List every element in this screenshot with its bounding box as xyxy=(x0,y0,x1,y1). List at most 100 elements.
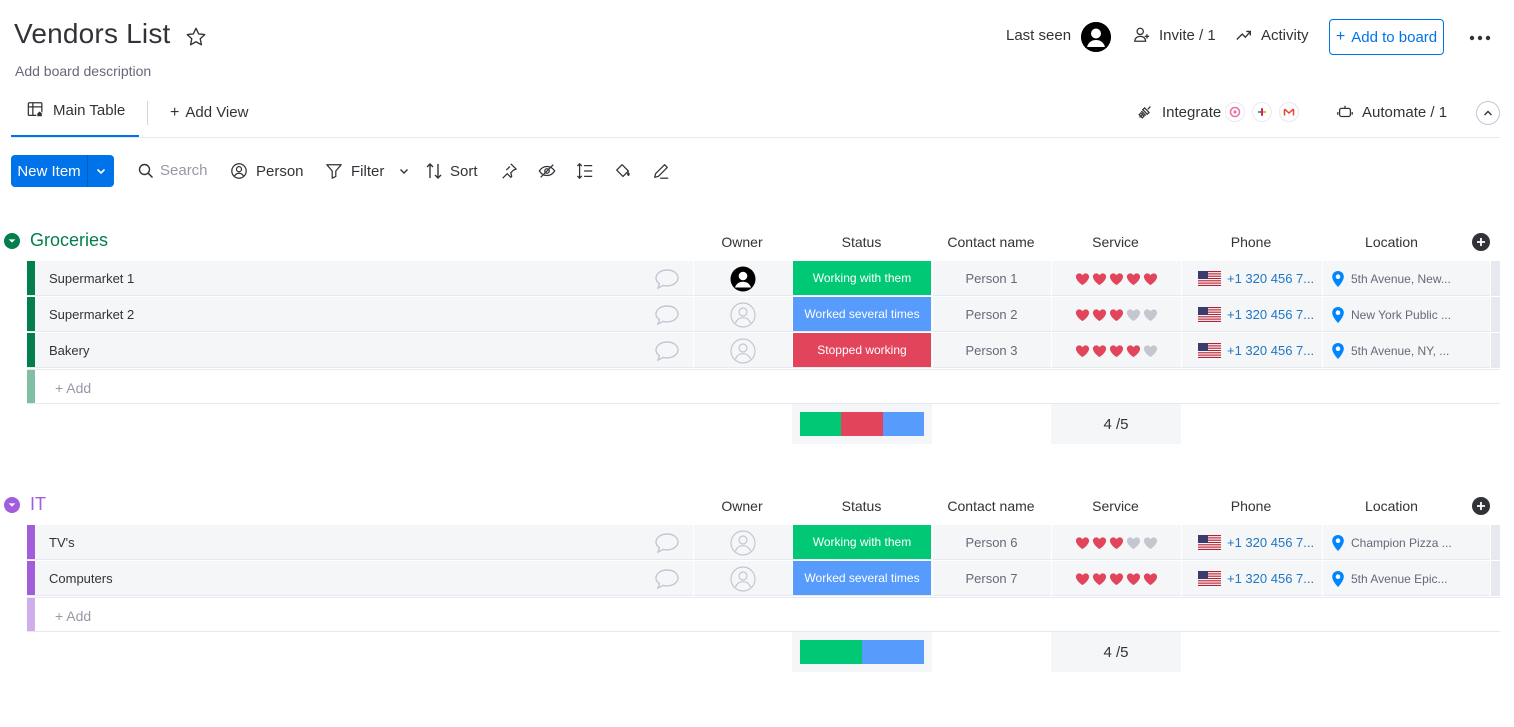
search-input[interactable]: Search xyxy=(138,162,208,179)
heart-filled-icon[interactable] xyxy=(1092,308,1107,322)
item-name[interactable]: Supermarket 2 xyxy=(49,307,134,322)
heart-filled-icon[interactable] xyxy=(1092,536,1107,550)
chat-bubble-icon[interactable] xyxy=(654,532,680,554)
chat-bubble-icon[interactable] xyxy=(654,340,680,362)
table-row[interactable]: Bakery Stopped working Person 3 +1 320 4… xyxy=(27,333,1500,368)
contact-cell[interactable]: Person 6 xyxy=(932,525,1050,560)
item-name[interactable]: Computers xyxy=(49,571,113,586)
heart-filled-icon[interactable] xyxy=(1126,344,1141,358)
group-title[interactable]: IT xyxy=(30,494,46,515)
contact-cell[interactable]: Person 2 xyxy=(932,297,1050,332)
board-title[interactable]: Vendors List xyxy=(14,18,171,50)
heart-filled-icon[interactable] xyxy=(1109,308,1124,322)
contact-cell[interactable]: Person 3 xyxy=(932,333,1050,368)
owner-cell[interactable] xyxy=(693,261,791,296)
row-height-icon[interactable] xyxy=(576,162,594,180)
heart-filled-icon[interactable] xyxy=(1075,536,1090,550)
rating-cell[interactable] xyxy=(1051,525,1180,560)
column-header-location[interactable]: Location xyxy=(1322,234,1461,250)
heart-empty-icon[interactable] xyxy=(1143,344,1158,358)
heart-filled-icon[interactable] xyxy=(1143,272,1158,286)
phone-cell[interactable]: +1 320 456 7... xyxy=(1181,561,1321,596)
column-header-owner[interactable]: Owner xyxy=(693,234,791,250)
column-header-status[interactable]: Status xyxy=(792,498,931,514)
heart-filled-icon[interactable] xyxy=(1075,572,1090,586)
status-label[interactable]: Working with them xyxy=(792,525,931,559)
phone-cell[interactable]: +1 320 456 7... xyxy=(1181,333,1321,368)
hide-icon[interactable] xyxy=(538,162,556,180)
column-header-contact[interactable]: Contact name xyxy=(932,498,1050,514)
heart-filled-icon[interactable] xyxy=(1126,572,1141,586)
sort-button[interactable]: Sort xyxy=(426,162,478,180)
contact-cell[interactable]: Person 1 xyxy=(932,261,1050,296)
status-label[interactable]: Working with them xyxy=(792,261,931,295)
more-options-icon[interactable] xyxy=(1468,30,1492,46)
chat-bubble-icon[interactable] xyxy=(654,568,680,590)
chevron-down-icon[interactable] xyxy=(398,165,410,177)
location-cell[interactable]: 5th Avenue, New... xyxy=(1322,261,1461,296)
person-filter-button[interactable]: Person xyxy=(230,162,304,180)
owner-cell[interactable] xyxy=(693,297,791,332)
owner-cell[interactable] xyxy=(693,561,791,596)
group-title[interactable]: Groceries xyxy=(30,230,108,251)
status-label[interactable]: Worked several times xyxy=(792,561,931,595)
table-row[interactable]: Supermarket 1 Working with them Person 1… xyxy=(27,261,1500,296)
contact-cell[interactable]: Person 7 xyxy=(932,561,1050,596)
heart-filled-icon[interactable] xyxy=(1126,272,1141,286)
heart-empty-icon[interactable] xyxy=(1143,536,1158,550)
rating-cell[interactable] xyxy=(1051,333,1180,368)
table-row[interactable]: Computers Worked several times Person 7 … xyxy=(27,561,1500,596)
status-summary[interactable] xyxy=(792,632,932,672)
add-item-row[interactable]: + Add xyxy=(27,597,1500,632)
new-item-dropdown[interactable] xyxy=(87,155,114,187)
invite-button[interactable]: Invite / 1 xyxy=(1133,26,1216,44)
avatar[interactable] xyxy=(1081,22,1111,52)
new-item-button[interactable]: New Item xyxy=(11,155,114,187)
tab-main-table[interactable]: Main Table xyxy=(27,101,125,119)
rating-cell[interactable] xyxy=(1051,261,1180,296)
column-header-service[interactable]: Service xyxy=(1051,498,1180,514)
integrate-button[interactable]: Integrate xyxy=(1136,103,1221,121)
column-header-location[interactable]: Location xyxy=(1322,498,1461,514)
chat-bubble-icon[interactable] xyxy=(654,304,680,326)
location-cell[interactable]: Champion Pizza ... xyxy=(1322,525,1461,560)
add-item-input[interactable]: + Add xyxy=(55,380,91,396)
status-label[interactable]: Worked several times xyxy=(792,297,931,331)
rating-cell[interactable] xyxy=(1051,561,1180,596)
owner-cell[interactable] xyxy=(693,333,791,368)
chat-bubble-icon[interactable] xyxy=(654,268,680,290)
column-header-status[interactable]: Status xyxy=(792,234,931,250)
phone-cell[interactable]: +1 320 456 7... xyxy=(1181,297,1321,332)
board-description[interactable]: Add board description xyxy=(15,63,151,79)
column-header-owner[interactable]: Owner xyxy=(693,498,791,514)
column-header-phone[interactable]: Phone xyxy=(1181,498,1321,514)
pin-icon[interactable] xyxy=(500,162,518,180)
add-column-button[interactable] xyxy=(1472,233,1490,251)
location-cell[interactable]: 5th Avenue Epic... xyxy=(1322,561,1461,596)
heart-filled-icon[interactable] xyxy=(1109,344,1124,358)
status-summary[interactable] xyxy=(792,404,932,444)
heart-empty-icon[interactable] xyxy=(1126,308,1141,322)
activity-button[interactable]: Activity xyxy=(1235,26,1309,44)
edit-icon[interactable] xyxy=(652,162,670,180)
location-cell[interactable]: New York Public ... xyxy=(1322,297,1461,332)
automate-button[interactable]: Automate / 1 xyxy=(1336,103,1447,121)
filter-button[interactable]: Filter xyxy=(325,162,410,180)
item-name[interactable]: Supermarket 1 xyxy=(49,271,134,286)
column-header-phone[interactable]: Phone xyxy=(1181,234,1321,250)
integration-apps[interactable] xyxy=(1225,102,1299,122)
group-collapse-toggle[interactable] xyxy=(4,233,20,249)
add-item-input[interactable]: + Add xyxy=(55,608,91,624)
heart-filled-icon[interactable] xyxy=(1075,344,1090,358)
collapse-header-button[interactable] xyxy=(1476,101,1500,125)
heart-filled-icon[interactable] xyxy=(1075,272,1090,286)
table-row[interactable]: TV's Working with them Person 6 +1 320 4… xyxy=(27,525,1500,560)
heart-empty-icon[interactable] xyxy=(1126,536,1141,550)
rating-cell[interactable] xyxy=(1051,297,1180,332)
column-header-contact[interactable]: Contact name xyxy=(932,234,1050,250)
heart-filled-icon[interactable] xyxy=(1109,536,1124,550)
star-icon[interactable] xyxy=(185,26,207,48)
heart-filled-icon[interactable] xyxy=(1092,572,1107,586)
heart-filled-icon[interactable] xyxy=(1109,272,1124,286)
heart-filled-icon[interactable] xyxy=(1092,272,1107,286)
